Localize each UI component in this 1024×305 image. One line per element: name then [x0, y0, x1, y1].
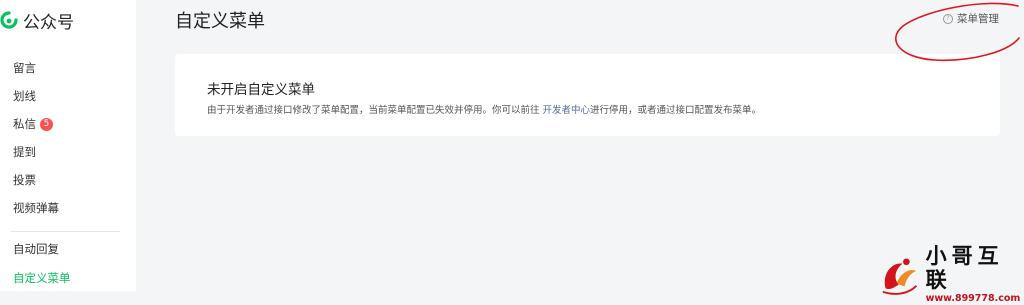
watermark-logo-icon: [882, 257, 917, 295]
notice-title: 未开启自定义菜单: [207, 82, 315, 98]
page-title: 自定义菜单: [175, 11, 265, 32]
nav-item-label: 留言: [13, 61, 36, 75]
notice-card: 未开启自定义菜单 由于开发者通过接口修改了菜单配置，当前菜单配置已失效并停用。你…: [175, 54, 1000, 136]
nav-item-label: 私信: [13, 117, 36, 131]
unread-badge: 5: [40, 117, 53, 131]
menu-management-link[interactable]: ? 菜单管理: [943, 11, 999, 26]
nav-item-polls[interactable]: 投票: [13, 171, 36, 189]
red-annotation-circle: [895, 2, 1020, 62]
menu-management-label: 菜单管理: [957, 13, 999, 25]
nav-divider: [10, 231, 120, 232]
nav-item-video-danmaku[interactable]: 视频弹幕: [13, 199, 59, 217]
sidebar: 公众号 留言 划线 私信 5 提到 投票 视频弹幕 自动回复 自定义菜单: [0, 0, 136, 291]
nav-item-label: 自动回复: [13, 242, 59, 256]
nav-item-comments[interactable]: 留言: [13, 59, 36, 77]
nav-item-label: 视频弹幕: [13, 201, 59, 215]
nav-item-messages[interactable]: 私信 5: [13, 115, 53, 133]
notice-text-before: 由于开发者通过接口修改了菜单配置，当前菜单配置已失效并停用。你可以前往: [207, 105, 543, 116]
wechat-official-account-icon: [0, 10, 18, 29]
app-logo[interactable]: 公众号: [0, 8, 74, 33]
watermark-name: 小哥互联: [925, 244, 1004, 292]
nav-item-mentions[interactable]: 提到: [13, 143, 36, 161]
app-name: 公众号: [23, 13, 74, 33]
nav-item-auto-reply[interactable]: 自动回复: [13, 240, 59, 258]
nav-item-label: 提到: [13, 145, 36, 159]
nav-item-label: 自定义菜单: [13, 271, 71, 285]
nav-item-custom-menu[interactable]: 自定义菜单: [13, 269, 71, 287]
nav-item-underline[interactable]: 划线: [13, 87, 36, 105]
help-icon: ?: [943, 13, 953, 24]
notice-description: 由于开发者通过接口修改了菜单配置，当前菜单配置已失效并停用。你可以前往 开发者中…: [207, 102, 761, 116]
nav-item-label: 划线: [13, 89, 36, 103]
watermark: 小哥互联 www.899778.com: [878, 244, 1024, 305]
developer-center-link[interactable]: 开发者中心: [543, 105, 591, 116]
nav-item-label: 投票: [13, 173, 36, 187]
watermark-url: www.899778.com: [925, 293, 1021, 304]
notice-text-after: 进行停用，或者通过接口配置发布菜单。: [590, 105, 762, 116]
